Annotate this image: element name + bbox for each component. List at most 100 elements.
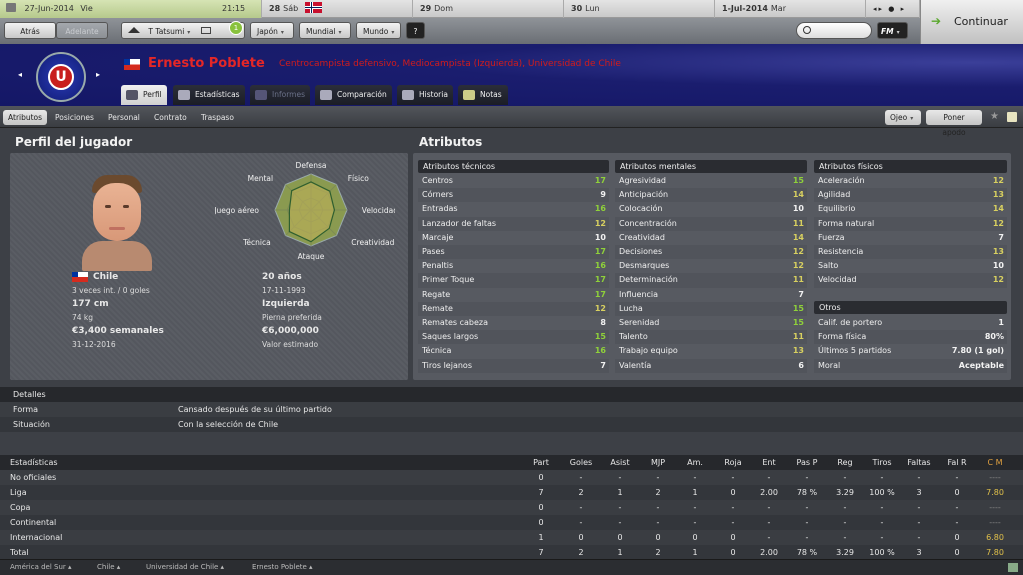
club-crest-icon[interactable]: U <box>36 52 86 102</box>
prev-player-icon[interactable]: ◂ <box>18 70 22 79</box>
attribute-row[interactable]: Centros 17 <box>418 174 609 188</box>
nickname-button[interactable]: Poner apodo <box>926 110 982 137</box>
attribute-row[interactable]: Técnica 16 <box>418 344 609 358</box>
attribute-row[interactable]: Entradas 16 <box>418 202 609 216</box>
resize-icon[interactable] <box>1008 563 1018 572</box>
tab-stats[interactable]: Estadísticas <box>173 85 245 105</box>
breadcrumb-item[interactable]: América del Sur ▴ <box>10 563 72 571</box>
attribute-row[interactable]: Fuerza 7 <box>814 231 1007 245</box>
attribute-row[interactable]: Remates cabeza 8 <box>418 316 609 330</box>
attribute-row[interactable]: Remate 12 <box>418 301 609 316</box>
attribute-row[interactable]: Pases 17 <box>418 245 609 260</box>
stats-cell: 1 <box>692 488 698 497</box>
calendar-day[interactable]: 30 Lun <box>565 0 715 18</box>
attribute-row[interactable]: Penaltis 16 <box>418 259 609 273</box>
attribute-row[interactable]: Influencia 7 <box>615 288 807 302</box>
attribute-row[interactable]: Colocación 10 <box>615 202 807 216</box>
calendar-controls[interactable]: ◂▸ ● ▸ <box>867 0 920 18</box>
stats-column-header: Roja <box>724 458 742 467</box>
height: 177 cm <box>72 299 109 309</box>
notification-badge[interactable]: 1 <box>229 21 243 35</box>
fm-menu-button[interactable]: FM ▾ <box>877 22 908 39</box>
attribute-row[interactable]: Saques largos 15 <box>418 330 609 345</box>
world-button[interactable]: Mundo ▾ <box>356 22 401 39</box>
attribute-row[interactable]: Últimos 5 partidos 7.80 (1 gol) <box>814 344 1007 358</box>
back-button[interactable]: Atrás <box>4 22 56 39</box>
table-row[interactable]: No oficiales 0- - - - - - - - - - - ---- <box>0 470 1023 485</box>
calendar-day[interactable]: 1-Jul-2014 Mar <box>716 0 866 18</box>
attribute-value: 17 <box>594 289 606 299</box>
subtab-positions[interactable]: Posiciones <box>50 110 99 125</box>
subtab-personal[interactable]: Personal <box>103 110 145 125</box>
table-row[interactable]: Liga 7 2 1 2 1 0 2.00 78 % 3.29 100 % 3 0 7.80 <box>0 485 1023 500</box>
attribute-row[interactable]: Moral Aceptable <box>814 358 1007 373</box>
japan-button[interactable]: Japón ▾ <box>250 22 294 39</box>
breadcrumb-item[interactable]: Chile ▴ <box>97 563 120 571</box>
subtab-attributes[interactable]: Atributos <box>3 110 48 125</box>
tab-notes[interactable]: Notas <box>458 85 508 105</box>
attribute-row[interactable]: Lanzador de faltas 12 <box>418 216 609 231</box>
attribute-row[interactable]: Resistencia 13 <box>814 245 1007 260</box>
note-add-icon[interactable] <box>1007 112 1017 122</box>
attribute-row[interactable]: Marcaje 10 <box>418 231 609 245</box>
manager-button[interactable]: T Tatsumi ▾ <box>121 22 245 39</box>
search-input[interactable] <box>796 22 872 39</box>
table-row[interactable]: Internacional 1 0 0 0 0 0 - - - - - 0 6.80 <box>0 530 1023 545</box>
calendar-day[interactable]: 28 Sáb <box>263 0 413 18</box>
inbox-icon <box>200 27 211 34</box>
attribute-row[interactable]: Aceleración 12 <box>814 174 1007 188</box>
subtab-contract[interactable]: Contrato <box>149 110 192 125</box>
forward-button[interactable]: Adelante <box>56 22 108 39</box>
breadcrumb-item[interactable]: Ernesto Poblete ▴ <box>252 563 313 571</box>
table-row[interactable]: Continental 0- - - - - - - - - - - ---- <box>0 515 1023 530</box>
attribute-row[interactable]: Trabajo equipo 13 <box>615 344 807 358</box>
attribute-row[interactable]: Córners 9 <box>418 188 609 203</box>
attribute-row[interactable]: Determinación 11 <box>615 273 807 288</box>
help-button[interactable]: ? <box>406 22 425 39</box>
attribute-row[interactable]: Tiros lejanos 7 <box>418 358 609 373</box>
stats-column-header: Tiros <box>872 458 892 467</box>
world-cup-button[interactable]: Mundial ▾ <box>299 22 351 39</box>
attribute-name: Serenidad <box>619 318 660 327</box>
star-icon[interactable]: ★ <box>990 111 999 122</box>
tab-reports[interactable]: Informes <box>250 85 310 105</box>
attribute-row[interactable]: Valentía 6 <box>615 358 807 373</box>
tab-comparison[interactable]: Comparación <box>315 85 392 105</box>
attribute-row[interactable]: Creatividad 14 <box>615 231 807 245</box>
attribute-row[interactable]: Forma natural 12 <box>814 216 1007 231</box>
attribute-row[interactable]: Decisiones 12 <box>615 245 807 260</box>
attribute-value: 12 <box>992 218 1004 228</box>
attribute-name: Trabajo equipo <box>619 346 678 356</box>
tab-history[interactable]: Historia <box>397 85 453 105</box>
table-row[interactable]: Copa 0- - - - - - - - - - - ---- <box>0 500 1023 515</box>
breadcrumb-item[interactable]: Universidad de Chile ▴ <box>146 563 224 571</box>
attribute-row[interactable]: Forma física 80% <box>814 330 1007 345</box>
stats-cell: - <box>955 473 959 482</box>
attribute-row[interactable]: Primer Toque 17 <box>418 273 609 288</box>
attribute-row[interactable]: Serenidad 15 <box>615 316 807 330</box>
attribute-row[interactable]: Velocidad 12 <box>814 273 1007 288</box>
attribute-row[interactable]: Talento 11 <box>615 330 807 345</box>
attribute-row[interactable]: Agresividad 15 <box>615 174 807 188</box>
attribute-row[interactable]: Equilibrio 14 <box>814 202 1007 216</box>
attribute-row[interactable]: Calif. de portero 1 <box>814 316 1007 330</box>
subtab-transfer[interactable]: Traspaso <box>196 110 239 125</box>
next-player-icon[interactable]: ▸ <box>96 70 100 79</box>
attribute-name: Desmarques <box>619 261 670 271</box>
tab-profile[interactable]: Perfil <box>121 85 167 105</box>
attribute-row[interactable]: Anticipación 14 <box>615 188 807 203</box>
stats-cell: - <box>767 533 771 542</box>
stats-cell: 0 <box>692 533 698 542</box>
continue-button[interactable]: ➔ Continuar <box>920 0 1023 44</box>
attribute-row[interactable]: Desmarques 12 <box>615 259 807 273</box>
attribute-row[interactable]: Agilidad 13 <box>814 188 1007 203</box>
attribute-row[interactable]: Regate 17 <box>418 288 609 302</box>
attribute-row[interactable]: Concentración 11 <box>615 216 807 231</box>
scout-button[interactable]: Ojeo ▾ <box>885 110 921 125</box>
table-row[interactable]: Total 7 2 1 2 1 0 2.00 78 % 3.29 100 % 3 0 7.80 <box>0 545 1023 560</box>
attribute-name: Salto <box>818 261 839 271</box>
attribute-row[interactable]: Lucha 15 <box>615 301 807 316</box>
stats-cell: 0 <box>578 533 584 542</box>
calendar-day[interactable]: 29 Dom <box>414 0 564 18</box>
attribute-row[interactable]: Salto 10 <box>814 259 1007 273</box>
